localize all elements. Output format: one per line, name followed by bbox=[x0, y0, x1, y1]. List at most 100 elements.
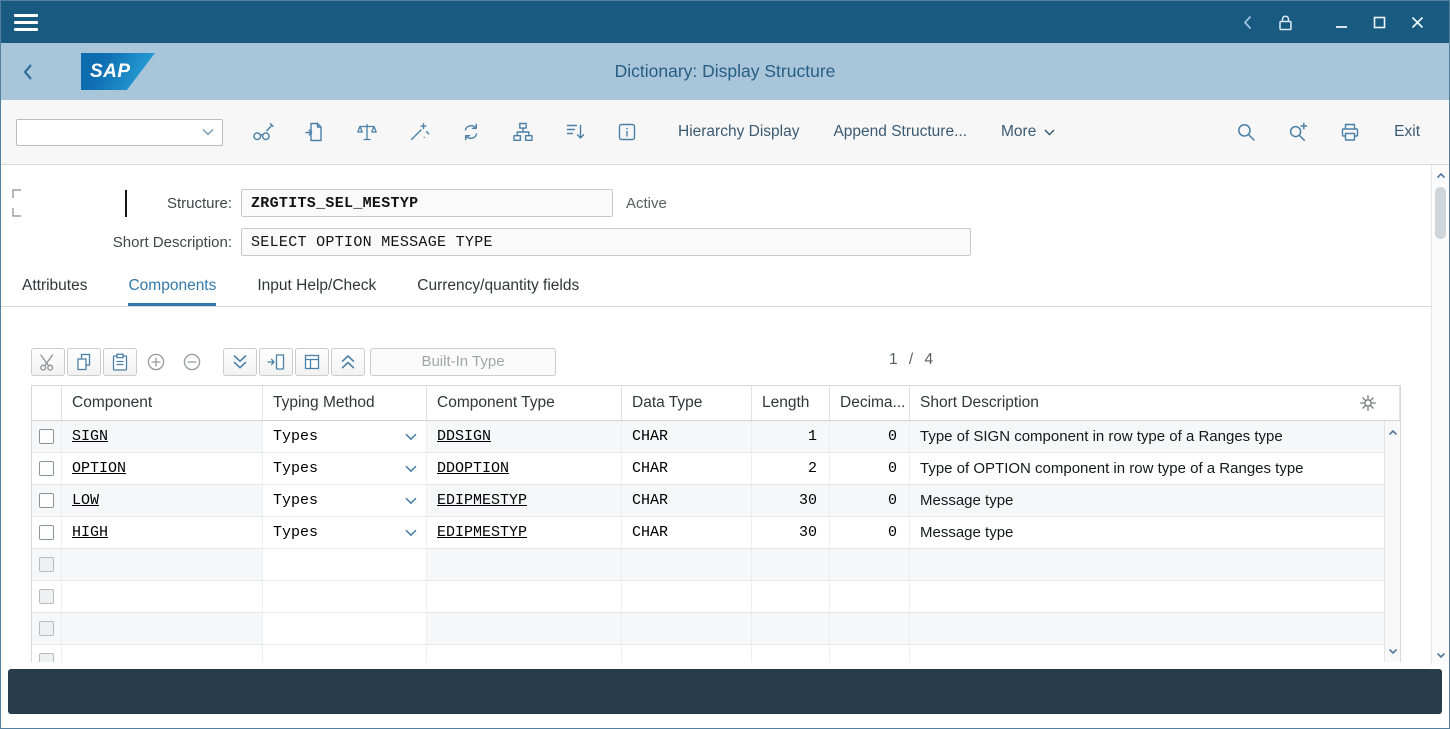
delete-row-button[interactable] bbox=[175, 348, 209, 376]
typing-method-dropdown[interactable] bbox=[263, 581, 427, 612]
maximize-icon[interactable] bbox=[1360, 1, 1398, 43]
structure-input[interactable] bbox=[242, 195, 612, 212]
minimize-icon[interactable] bbox=[1322, 1, 1360, 43]
header-typing-method[interactable]: Typing Method bbox=[263, 386, 427, 420]
component-link[interactable]: HIGH bbox=[72, 524, 108, 541]
menu-icon[interactable] bbox=[14, 10, 38, 35]
length-value: 1 bbox=[808, 428, 817, 445]
structure-field[interactable] bbox=[241, 189, 613, 217]
header-data-type[interactable]: Data Type bbox=[622, 386, 752, 420]
object-list-icon[interactable] bbox=[549, 111, 601, 153]
header-length[interactable]: Length bbox=[752, 386, 830, 420]
data-type-value: CHAR bbox=[632, 428, 668, 445]
command-field[interactable] bbox=[16, 119, 223, 146]
row-checkbox[interactable] bbox=[39, 589, 54, 604]
decimals-value: 0 bbox=[888, 460, 897, 477]
length-value: 30 bbox=[799, 524, 817, 541]
navigate-back-icon[interactable] bbox=[1, 43, 53, 100]
typing-method-dropdown[interactable]: Types bbox=[263, 453, 427, 484]
information-icon[interactable] bbox=[601, 111, 653, 153]
delete-row-icon bbox=[182, 352, 202, 372]
refresh-check-icon[interactable] bbox=[445, 111, 497, 153]
cut-button[interactable] bbox=[31, 348, 65, 376]
row-checkbox[interactable] bbox=[39, 557, 54, 572]
row-checkbox[interactable] bbox=[39, 429, 54, 444]
typing-method-dropdown[interactable]: Types bbox=[263, 517, 427, 548]
component-type-link[interactable]: DDOPTION bbox=[437, 460, 509, 477]
table-row-empty bbox=[32, 549, 1400, 581]
component-link[interactable]: OPTION bbox=[72, 460, 126, 477]
append-structure-button[interactable]: Append Structure... bbox=[816, 111, 984, 153]
row-checkbox[interactable] bbox=[39, 653, 54, 662]
display-other-object-icon[interactable] bbox=[289, 111, 341, 153]
component-type-link[interactable]: DDSIGN bbox=[437, 428, 491, 445]
search-add-icon[interactable] bbox=[1272, 111, 1324, 153]
header-short-description[interactable]: Short Description bbox=[910, 386, 1400, 420]
builtin-type-button[interactable]: Built-In Type bbox=[370, 348, 556, 376]
tab-attributes[interactable]: Attributes bbox=[22, 268, 87, 306]
short-description-input[interactable] bbox=[242, 234, 970, 251]
main-content: Structure: Active Short Description: Att… bbox=[1, 165, 1449, 665]
search-icon[interactable] bbox=[1220, 111, 1272, 153]
table-row: LOW Types EDIPMESTYP CHAR 30 0 Message t… bbox=[32, 485, 1400, 517]
header-component-type[interactable]: Component Type bbox=[427, 386, 622, 420]
row-checkbox[interactable] bbox=[39, 493, 54, 508]
structure-form: Structure: Active Short Description: bbox=[1, 165, 1431, 256]
paste-button[interactable] bbox=[103, 348, 137, 376]
select-layout-button[interactable] bbox=[295, 348, 329, 376]
typing-method-dropdown[interactable]: Types bbox=[263, 421, 427, 452]
header-decimals[interactable]: Decima... bbox=[830, 386, 910, 420]
print-icon[interactable] bbox=[1324, 111, 1376, 153]
chevron-down-icon bbox=[405, 433, 417, 441]
scroll-down-icon[interactable] bbox=[1432, 647, 1449, 663]
chevron-down-icon bbox=[1044, 129, 1055, 136]
close-icon[interactable] bbox=[1398, 1, 1436, 43]
hierarchy-display-button[interactable]: Hierarchy Display bbox=[661, 111, 816, 153]
row-checkbox[interactable] bbox=[39, 525, 54, 540]
insert-row-button[interactable] bbox=[139, 348, 173, 376]
component-link[interactable]: SIGN bbox=[72, 428, 108, 445]
table-scrollbar[interactable] bbox=[1384, 421, 1400, 662]
hierarchy-icon[interactable] bbox=[497, 111, 549, 153]
chevron-down-icon bbox=[405, 497, 417, 505]
insert-line-button[interactable] bbox=[259, 348, 293, 376]
typing-method-dropdown[interactable] bbox=[263, 613, 427, 644]
scroll-up-icon[interactable] bbox=[1388, 425, 1398, 439]
scrollbar-thumb[interactable] bbox=[1435, 187, 1446, 239]
scroll-to-top-button[interactable] bbox=[331, 348, 365, 376]
compare-icon[interactable] bbox=[341, 111, 393, 153]
exit-button[interactable]: Exit bbox=[1376, 123, 1434, 141]
back-chevron-icon[interactable] bbox=[1228, 1, 1266, 43]
short-description-field[interactable] bbox=[241, 228, 971, 256]
command-input[interactable] bbox=[17, 120, 198, 145]
more-button[interactable]: More bbox=[984, 111, 1072, 153]
component-link[interactable]: LOW bbox=[72, 492, 99, 509]
scroll-to-bottom-button[interactable] bbox=[223, 348, 257, 376]
content-scrollbar[interactable] bbox=[1431, 165, 1449, 665]
tab-components[interactable]: Components bbox=[128, 268, 216, 306]
text-cursor bbox=[125, 190, 127, 217]
table-settings-gear-icon[interactable] bbox=[1358, 393, 1378, 413]
short-description-value: Message type bbox=[910, 517, 1400, 548]
row-checkbox[interactable] bbox=[39, 621, 54, 636]
typing-method-dropdown[interactable] bbox=[263, 549, 427, 580]
header-component[interactable]: Component bbox=[62, 386, 263, 420]
chevron-down-icon bbox=[405, 465, 417, 473]
sap-logo: SAP bbox=[81, 53, 155, 90]
lock-icon[interactable] bbox=[1266, 1, 1304, 43]
display-change-icon[interactable] bbox=[237, 111, 289, 153]
tab-input-help-check[interactable]: Input Help/Check bbox=[257, 268, 376, 306]
typing-method-dropdown[interactable] bbox=[263, 645, 427, 662]
data-type-value: CHAR bbox=[632, 492, 668, 509]
copy-button[interactable] bbox=[67, 348, 101, 376]
command-dropdown-chevron-icon[interactable] bbox=[198, 128, 222, 136]
component-type-link[interactable]: EDIPMESTYP bbox=[437, 492, 527, 509]
wand-icon[interactable] bbox=[393, 111, 445, 153]
row-checkbox[interactable] bbox=[39, 461, 54, 476]
scroll-up-icon[interactable] bbox=[1432, 167, 1449, 183]
scroll-down-icon[interactable] bbox=[1388, 644, 1398, 658]
tab-currency-quantity-fields[interactable]: Currency/quantity fields bbox=[417, 268, 579, 306]
component-type-link[interactable]: EDIPMESTYP bbox=[437, 524, 527, 541]
double-chevron-down-icon bbox=[230, 352, 250, 372]
typing-method-dropdown[interactable]: Types bbox=[263, 485, 427, 516]
